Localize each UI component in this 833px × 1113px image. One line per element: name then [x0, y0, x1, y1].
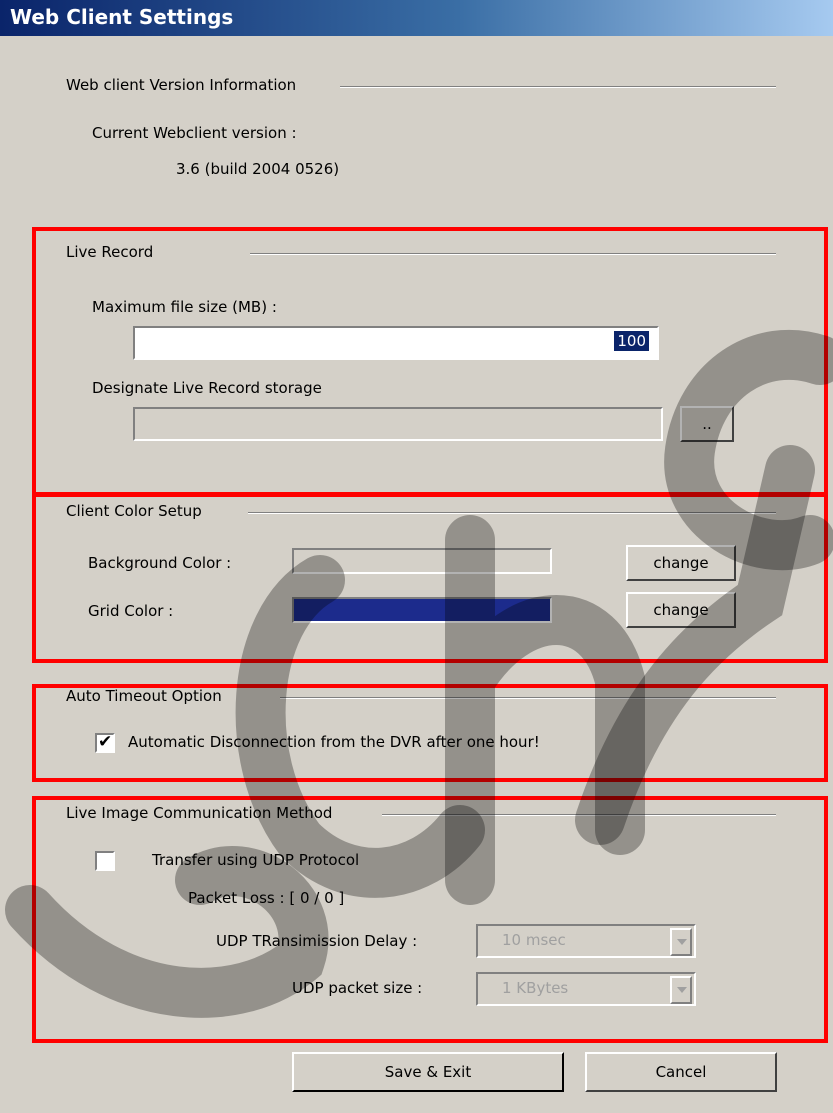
auto-timeout-highlight: [32, 684, 828, 782]
title-bar: Web Client Settings: [0, 0, 833, 36]
window-title: Web Client Settings: [10, 5, 234, 29]
save-exit-label: Save & Exit: [384, 1063, 472, 1081]
cancel-button[interactable]: Cancel: [585, 1052, 777, 1092]
current-version-value: 3.6 (build 2004 0526): [176, 160, 340, 178]
version-group-title: Web client Version Information: [66, 76, 297, 94]
version-group-divider: [340, 86, 776, 88]
cancel-label: Cancel: [655, 1063, 707, 1081]
live-record-highlight: [32, 227, 828, 497]
save-exit-button[interactable]: Save & Exit: [292, 1052, 564, 1092]
color-setup-highlight: [32, 492, 828, 663]
communication-highlight: [32, 796, 828, 1043]
current-version-label: Current Webclient version :: [92, 124, 297, 142]
